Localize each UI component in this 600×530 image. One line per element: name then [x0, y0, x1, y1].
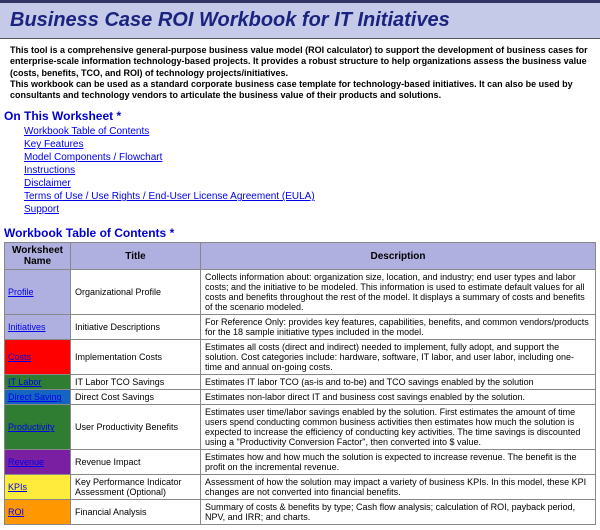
table-row: ROIFinancial AnalysisSummary of costs & …: [5, 500, 596, 525]
intro-p2: This workbook can be used as a standard …: [10, 79, 573, 100]
anchor-link[interactable]: Support: [24, 203, 576, 216]
col-desc: Description: [201, 243, 596, 270]
worksheet-desc: Estimates user time/labor savings enable…: [201, 405, 596, 450]
worksheet-link[interactable]: ROI: [5, 505, 70, 519]
col-title: Title: [71, 243, 201, 270]
intro-block: This tool is a comprehensive general-pur…: [0, 39, 600, 103]
page-title: Business Case ROI Workbook for IT Initia…: [10, 9, 590, 32]
anchor-link[interactable]: Terms of Use / Use Rights / End-User Lic…: [24, 190, 576, 203]
on-this-worksheet-heading: On This Worksheet *: [0, 103, 600, 125]
worksheet-title: Revenue Impact: [71, 450, 201, 475]
worksheet-link[interactable]: Direct Saving: [5, 390, 70, 404]
worksheet-name-cell: KPIs: [5, 475, 71, 500]
worksheet-link[interactable]: Costs: [5, 350, 70, 364]
worksheet-desc: Estimates how and how much the solution …: [201, 450, 596, 475]
worksheet-link[interactable]: Revenue: [5, 455, 70, 469]
table-row: ProfileOrganizational ProfileCollects in…: [5, 270, 596, 315]
intro-p1: This tool is a comprehensive general-pur…: [10, 45, 588, 78]
worksheet-desc: Estimates IT labor TCO (as-is and to-be)…: [201, 375, 596, 390]
worksheet-desc: For Reference Only: provides key feature…: [201, 315, 596, 340]
toc-table: Worksheet Name Title Description Profile…: [4, 242, 596, 525]
anchor-link[interactable]: Disclaimer: [24, 177, 576, 190]
worksheet-title: Initiative Descriptions: [71, 315, 201, 340]
worksheet-name-cell: Direct Saving: [5, 390, 71, 405]
col-name: Worksheet Name: [5, 243, 71, 270]
worksheet-link[interactable]: Initiatives: [5, 320, 70, 334]
toc-heading: Workbook Table of Contents *: [0, 220, 600, 242]
anchor-links: Workbook Table of ContentsKey FeaturesMo…: [0, 125, 600, 220]
worksheet-desc: Summary of costs & benefits by type; Cas…: [201, 500, 596, 525]
worksheet-name-cell: Profile: [5, 270, 71, 315]
worksheet-title: Key Performance Indicator Assessment (Op…: [71, 475, 201, 500]
worksheet-desc: Estimates non-labor direct IT and busine…: [201, 390, 596, 405]
table-row: InitiativesInitiative DescriptionsFor Re…: [5, 315, 596, 340]
worksheet-name-cell: Costs: [5, 340, 71, 375]
worksheet-desc: Assessment of how the solution may impac…: [201, 475, 596, 500]
title-bar: Business Case ROI Workbook for IT Initia…: [0, 0, 600, 39]
worksheet-name-cell: Productivity: [5, 405, 71, 450]
worksheet-title: Organizational Profile: [71, 270, 201, 315]
anchor-link[interactable]: Model Components / Flowchart: [24, 151, 576, 164]
anchor-link[interactable]: Instructions: [24, 164, 576, 177]
worksheet-link[interactable]: Productivity: [5, 420, 70, 434]
worksheet-title: User Productivity Benefits: [71, 405, 201, 450]
table-row: RevenueRevenue ImpactEstimates how and h…: [5, 450, 596, 475]
worksheet-desc: Estimates all costs (direct and indirect…: [201, 340, 596, 375]
worksheet-name-cell: ROI: [5, 500, 71, 525]
table-row: ProductivityUser Productivity BenefitsEs…: [5, 405, 596, 450]
table-row: CostsImplementation CostsEstimates all c…: [5, 340, 596, 375]
table-row: KPIsKey Performance Indicator Assessment…: [5, 475, 596, 500]
anchor-link[interactable]: Key Features: [24, 138, 576, 151]
table-row: IT LaborIT Labor TCO SavingsEstimates IT…: [5, 375, 596, 390]
worksheet-title: Implementation Costs: [71, 340, 201, 375]
worksheet-desc: Collects information about: organization…: [201, 270, 596, 315]
worksheet-title: Financial Analysis: [71, 500, 201, 525]
worksheet-link[interactable]: IT Labor: [5, 375, 70, 389]
table-row: Direct SavingDirect Cost SavingsEstimate…: [5, 390, 596, 405]
worksheet-title: Direct Cost Savings: [71, 390, 201, 405]
worksheet-name-cell: Initiatives: [5, 315, 71, 340]
worksheet-name-cell: IT Labor: [5, 375, 71, 390]
worksheet-link[interactable]: Profile: [5, 285, 70, 299]
anchor-link[interactable]: Workbook Table of Contents: [24, 125, 576, 138]
worksheet-link[interactable]: KPIs: [5, 480, 70, 494]
worksheet-name-cell: Revenue: [5, 450, 71, 475]
worksheet-title: IT Labor TCO Savings: [71, 375, 201, 390]
